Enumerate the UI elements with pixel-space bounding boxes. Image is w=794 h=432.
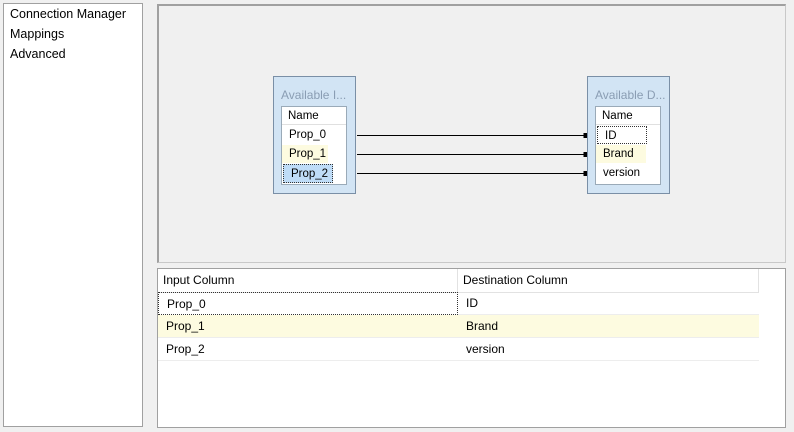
grid-header: Input Column Destination Column bbox=[158, 269, 759, 293]
grid-cell-input[interactable]: Prop_2 bbox=[158, 338, 458, 361]
grid-row[interactable]: Prop_1 Brand bbox=[158, 315, 759, 338]
mapping-canvas: Available I... Name Prop_0 Prop_1 Prop_2… bbox=[157, 4, 786, 263]
nav-item-advanced[interactable]: Advanced bbox=[4, 44, 142, 64]
available-destination-columns-box[interactable]: Available D... Name ID Brand version bbox=[587, 76, 670, 194]
dest-box-title: Available D... bbox=[595, 88, 666, 102]
grid-cell-destination[interactable]: Brand bbox=[458, 315, 759, 338]
mapping-lines bbox=[357, 133, 588, 176]
source-box-title: Available I... bbox=[281, 88, 347, 102]
grid-header-destination-column[interactable]: Destination Column bbox=[458, 269, 759, 292]
source-column-item[interactable]: Prop_2 bbox=[283, 164, 333, 183]
grid-row[interactable]: Prop_2 version bbox=[158, 338, 759, 361]
grid-cell-destination[interactable]: version bbox=[458, 338, 759, 361]
source-column-list: Name Prop_0 Prop_1 Prop_2 bbox=[281, 106, 347, 185]
mapping-grid: Input Column Destination Column Prop_0 I… bbox=[157, 268, 786, 428]
grid-row[interactable]: Prop_0 ID bbox=[158, 292, 759, 315]
dest-column-item[interactable]: ID bbox=[597, 126, 647, 144]
grid-header-input-column[interactable]: Input Column bbox=[158, 269, 458, 292]
nav-panel: Connection Manager Mappings Advanced bbox=[3, 3, 143, 427]
available-input-columns-box[interactable]: Available I... Name Prop_0 Prop_1 Prop_2 bbox=[273, 76, 356, 194]
source-column-item[interactable]: Prop_0 bbox=[282, 126, 328, 144]
grid-cell-destination[interactable]: ID bbox=[458, 292, 759, 315]
source-list-header: Name bbox=[282, 107, 346, 125]
grid-cell-input[interactable]: Prop_0 bbox=[158, 292, 458, 315]
grid-cell-input[interactable]: Prop_1 bbox=[158, 315, 458, 338]
source-column-item[interactable]: Prop_1 bbox=[282, 145, 328, 163]
dest-column-item[interactable]: Brand bbox=[596, 145, 646, 163]
dest-list-header: Name bbox=[596, 107, 660, 125]
dest-column-list: Name ID Brand version bbox=[595, 106, 661, 185]
nav-item-connection-manager[interactable]: Connection Manager bbox=[4, 4, 142, 24]
dest-column-item[interactable]: version bbox=[596, 164, 646, 182]
nav-item-mappings[interactable]: Mappings bbox=[4, 24, 142, 44]
